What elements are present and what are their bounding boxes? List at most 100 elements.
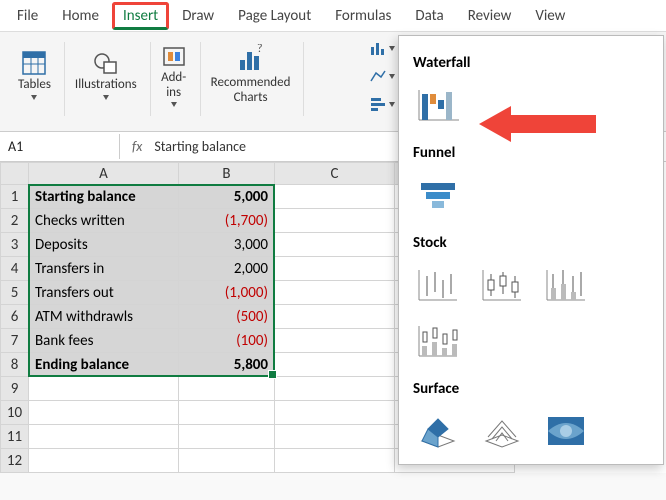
chevron-down-icon [103,95,109,100]
cell-A1[interactable]: Starting balance [29,185,179,209]
illustrations-button[interactable]: Illustrations [69,47,143,103]
group-illustrations: Illustrations [63,36,149,131]
cell-A5[interactable]: Transfers out [29,281,179,305]
panel-heading-surface: Surface [413,380,653,398]
group-recommended: ? Recommended Charts [199,36,303,131]
column-chart-button[interactable] [365,36,399,60]
ribbon-tabs: File Home Insert Draw Page Layout Formul… [0,0,666,32]
col-header-A[interactable]: A [29,163,179,185]
cell-A8[interactable]: Ending balance [29,353,179,377]
chevron-down-icon [171,102,177,107]
cell-A3[interactable]: Deposits [29,233,179,257]
cell-A12[interactable] [29,449,179,473]
recommended-charts-button[interactable]: ? Recommended Charts [205,41,297,109]
cell-A10[interactable] [29,401,179,425]
cell-B12[interactable] [179,449,275,473]
cell-B3[interactable]: 3,000 [179,233,275,257]
tab-insert[interactable]: Insert [112,2,169,30]
cell-B10[interactable] [179,401,275,425]
cell-A2[interactable]: Checks written [29,209,179,233]
cell-C11[interactable] [275,425,395,449]
cell-B6[interactable]: (500) [179,305,275,329]
row-header-5[interactable]: 5 [1,281,29,305]
tables-label: Tables [18,78,51,93]
tab-home[interactable]: Home [51,2,110,30]
funnel-chart-option[interactable] [413,174,463,216]
tab-review[interactable]: Review [457,2,523,30]
cell-C5[interactable] [275,281,395,305]
cell-C2[interactable] [275,209,395,233]
row-header-11[interactable]: 11 [1,425,29,449]
surface-3d-option[interactable] [413,410,463,452]
fx-icon[interactable]: fx [132,138,142,155]
cell-A9[interactable] [29,377,179,401]
cell-B9[interactable] [179,377,275,401]
cell-C9[interactable] [275,377,395,401]
bar-chart-button[interactable] [365,92,399,116]
tab-view[interactable]: View [524,2,576,30]
chart-dropdown-panel: Waterfall Funnel Stock Surface [398,35,664,465]
row-header-4[interactable]: 4 [1,257,29,281]
cell-A11[interactable] [29,425,179,449]
col-header-C[interactable]: C [275,163,395,185]
svg-text:?: ? [257,44,263,56]
cell-C3[interactable] [275,233,395,257]
row-header-1[interactable]: 1 [1,185,29,209]
surface-wireframe-option[interactable] [477,410,527,452]
addins-icon [161,43,187,69]
illustrations-label: Illustrations [75,78,137,93]
row-header-3[interactable]: 3 [1,233,29,257]
cell-C4[interactable] [275,257,395,281]
shapes-icon [93,50,119,76]
cell-B11[interactable] [179,425,275,449]
row-header-8[interactable]: 8 [1,353,29,377]
cell-B1[interactable]: 5,000 [179,185,275,209]
cell-C10[interactable] [275,401,395,425]
surface-contour-option[interactable] [541,410,591,452]
cell-C1[interactable] [275,185,395,209]
annotation-arrow [479,106,596,142]
group-addins: Add- ins [149,36,199,131]
stock-vhlc-option[interactable] [541,264,591,306]
row-header-10[interactable]: 10 [1,401,29,425]
cell-C7[interactable] [275,329,395,353]
cell-B8[interactable]: 5,800 [179,353,275,377]
cell-C6[interactable] [275,305,395,329]
row-header-9[interactable]: 9 [1,377,29,401]
cell-B7[interactable]: (100) [179,329,275,353]
row-header-7[interactable]: 7 [1,329,29,353]
tables-button[interactable]: Tables [12,47,57,103]
row-header-6[interactable]: 6 [1,305,29,329]
cell-A6[interactable]: ATM withdrawls [29,305,179,329]
stock-vohlc-option[interactable] [413,320,463,362]
tab-formulas[interactable]: Formulas [324,2,402,30]
recommended-label: Recommended Charts [211,76,291,106]
recommended-chart-icon: ? [235,44,267,74]
tab-data[interactable]: Data [404,2,454,30]
tab-file[interactable]: File [6,2,49,30]
cell-B4[interactable]: 2,000 [179,257,275,281]
stock-hlc-option[interactable] [413,264,463,306]
row-header-12[interactable]: 12 [1,449,29,473]
col-header-B[interactable]: B [179,163,275,185]
cell-C8[interactable] [275,353,395,377]
panel-heading-funnel: Funnel [413,144,653,162]
cell-B2[interactable]: (1,700) [179,209,275,233]
name-box[interactable]: A1 [0,134,120,159]
cell-B5[interactable]: (1,000) [179,281,275,305]
cell-C12[interactable] [275,449,395,473]
row-header-2[interactable]: 2 [1,209,29,233]
waterfall-chart-option[interactable] [413,84,463,126]
stock-ohlc-option[interactable] [477,264,527,306]
table-icon [21,50,47,76]
addins-button[interactable]: Add- ins [155,40,193,111]
cell-A4[interactable]: Transfers in [29,257,179,281]
line-chart-button[interactable] [365,64,399,88]
tab-draw[interactable]: Draw [171,2,225,30]
cell-A7[interactable]: Bank fees [29,329,179,353]
panel-heading-stock: Stock [413,234,653,252]
formula-value[interactable]: Starting balance [154,138,246,155]
group-tables: Tables [6,36,63,131]
tab-pagelayout[interactable]: Page Layout [227,2,322,30]
addins-label: Add- ins [161,71,186,101]
